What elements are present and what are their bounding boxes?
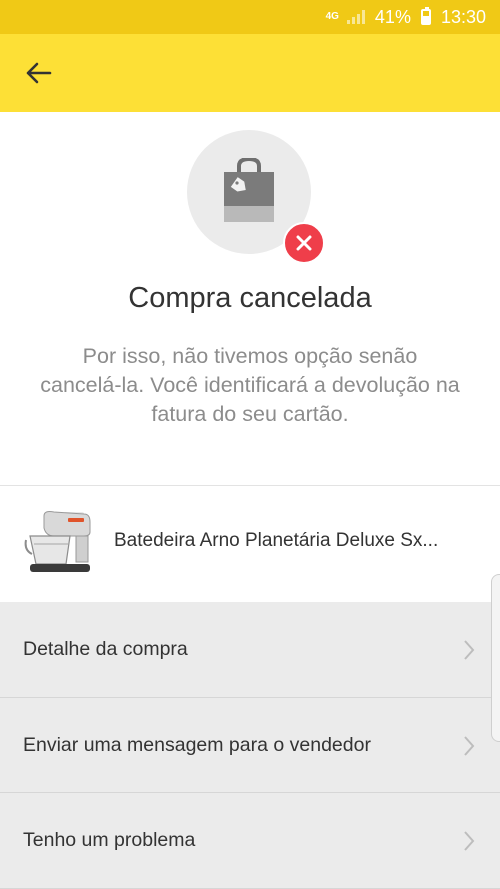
app-bar [0,34,500,112]
chevron-right-icon [464,640,475,660]
report-problem-label: Tenho um problema [23,829,196,851]
purchase-status-panel: Compra cancelada Por isso, não tivemos o… [0,112,500,602]
product-image [24,511,91,572]
message-seller-item[interactable]: Enviar uma mensagem para o vendedor [0,697,500,793]
network-indicator: 4G [325,11,339,22]
purchase-details-item[interactable]: Detalhe da compra [0,602,500,698]
battery-percent: 41% [374,6,411,27]
report-problem-item[interactable]: Tenho um problema [0,793,500,889]
status-illustration [187,130,329,264]
close-icon [296,235,312,251]
chevron-right-icon [464,831,475,851]
product-name: Batedeira Arno Planetária Deluxe Sx... [114,530,439,551]
back-button[interactable] [20,54,58,92]
action-list: Detalhe da compra Enviar uma mensagem pa… [0,602,500,889]
edge-panel-handle[interactable] [491,574,500,742]
battery-icon [420,7,431,25]
signal-icon [346,10,365,24]
clock: 13:30 [440,6,486,27]
chevron-right-icon [464,735,475,756]
message-seller-label: Enviar uma mensagem para o vendedor [23,733,371,756]
purchase-details-label: Detalhe da compra [23,638,188,660]
screen: 4G 41% 13:30 Compra cancelada Por isso, … [0,0,500,889]
status-bar: 4G 41% 13:30 [0,0,500,34]
arrow-left-icon [26,62,52,84]
status-message: Por isso, não tivemos opção senão cancel… [40,344,460,426]
cancel-badge [283,222,325,264]
page-title: Compra cancelada [128,282,372,314]
product-row: Batedeira Arno Planetária Deluxe Sx... [0,486,500,602]
shopping-bag-icon [224,158,274,222]
